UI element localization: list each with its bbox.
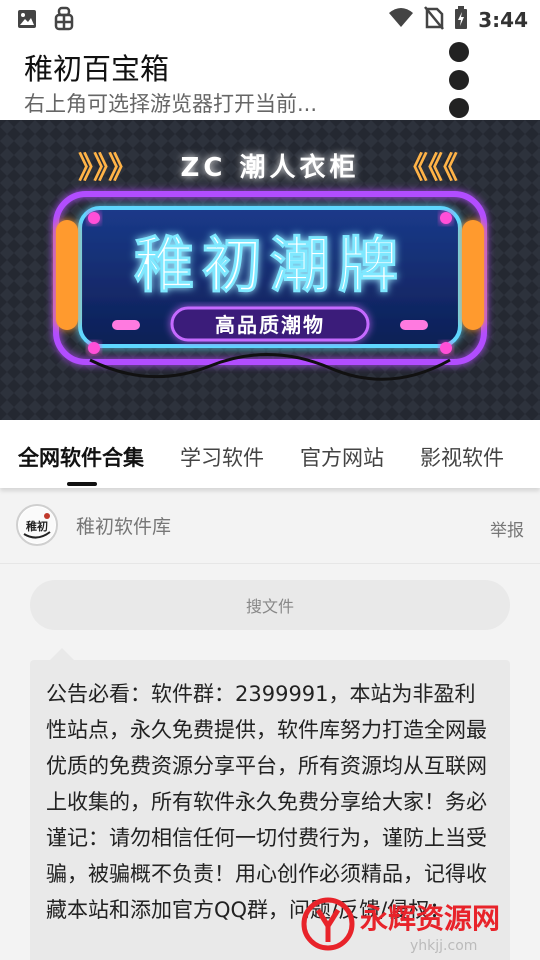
promo-banner[interactable]: 》》》 《《《 ZC 潮人衣柜 稚初潮牌 高品质潮物 bbox=[0, 120, 540, 420]
search-input[interactable]: 搜文件 bbox=[30, 580, 510, 630]
source-row: 稚初 稚初软件库 举报 bbox=[0, 488, 540, 564]
banner-left-arrows: 》》》 bbox=[78, 152, 138, 185]
avatar-text: 稚初 bbox=[26, 519, 48, 533]
app-title: 稚初百宝箱 bbox=[24, 52, 170, 86]
tab-learning-software[interactable]: 学习软件 bbox=[180, 442, 264, 472]
source-name[interactable]: 稚初软件库 bbox=[76, 512, 171, 539]
tab-official-sites[interactable]: 官方网站 bbox=[300, 442, 384, 472]
tab-video-software[interactable]: 影视软件 bbox=[420, 442, 504, 472]
search-placeholder: 搜文件 bbox=[245, 597, 294, 616]
banner-top-line: ZC 潮人衣柜 bbox=[181, 152, 360, 183]
status-time: 3:44 bbox=[478, 8, 528, 32]
category-tabs: 全网软件合集 学习软件 官方网站 影视软件 bbox=[0, 420, 540, 488]
banner-headline: 稚初潮牌 bbox=[134, 231, 406, 301]
app-subtitle: 右上角可选择游览器打开当前... bbox=[24, 92, 318, 116]
bug-icon bbox=[52, 6, 76, 36]
wifi-icon bbox=[388, 7, 414, 33]
report-button[interactable]: 举报 bbox=[490, 516, 524, 541]
avatar[interactable]: 稚初 bbox=[16, 504, 58, 546]
watermark-text: 永辉资源网 bbox=[360, 902, 500, 935]
image-icon bbox=[16, 8, 38, 34]
watermark-url: yhkjj.com bbox=[410, 938, 477, 954]
tab-all-software[interactable]: 全网软件合集 bbox=[18, 442, 144, 472]
banner-right-arrows: 《《《 bbox=[398, 152, 458, 185]
app-header: 稚初百宝箱 右上角可选择游览器打开当前... bbox=[0, 38, 540, 120]
no-sim-icon bbox=[424, 6, 445, 34]
more-vertical-icon[interactable] bbox=[444, 38, 474, 122]
active-tab-indicator bbox=[67, 482, 97, 486]
status-bar: 3:44 bbox=[0, 0, 540, 38]
banner-tagline: 高品质潮物 bbox=[215, 313, 325, 337]
battery-charging-icon bbox=[454, 6, 468, 34]
watermark-logo: 永辉资源网 yhkjj.com bbox=[300, 890, 530, 956]
